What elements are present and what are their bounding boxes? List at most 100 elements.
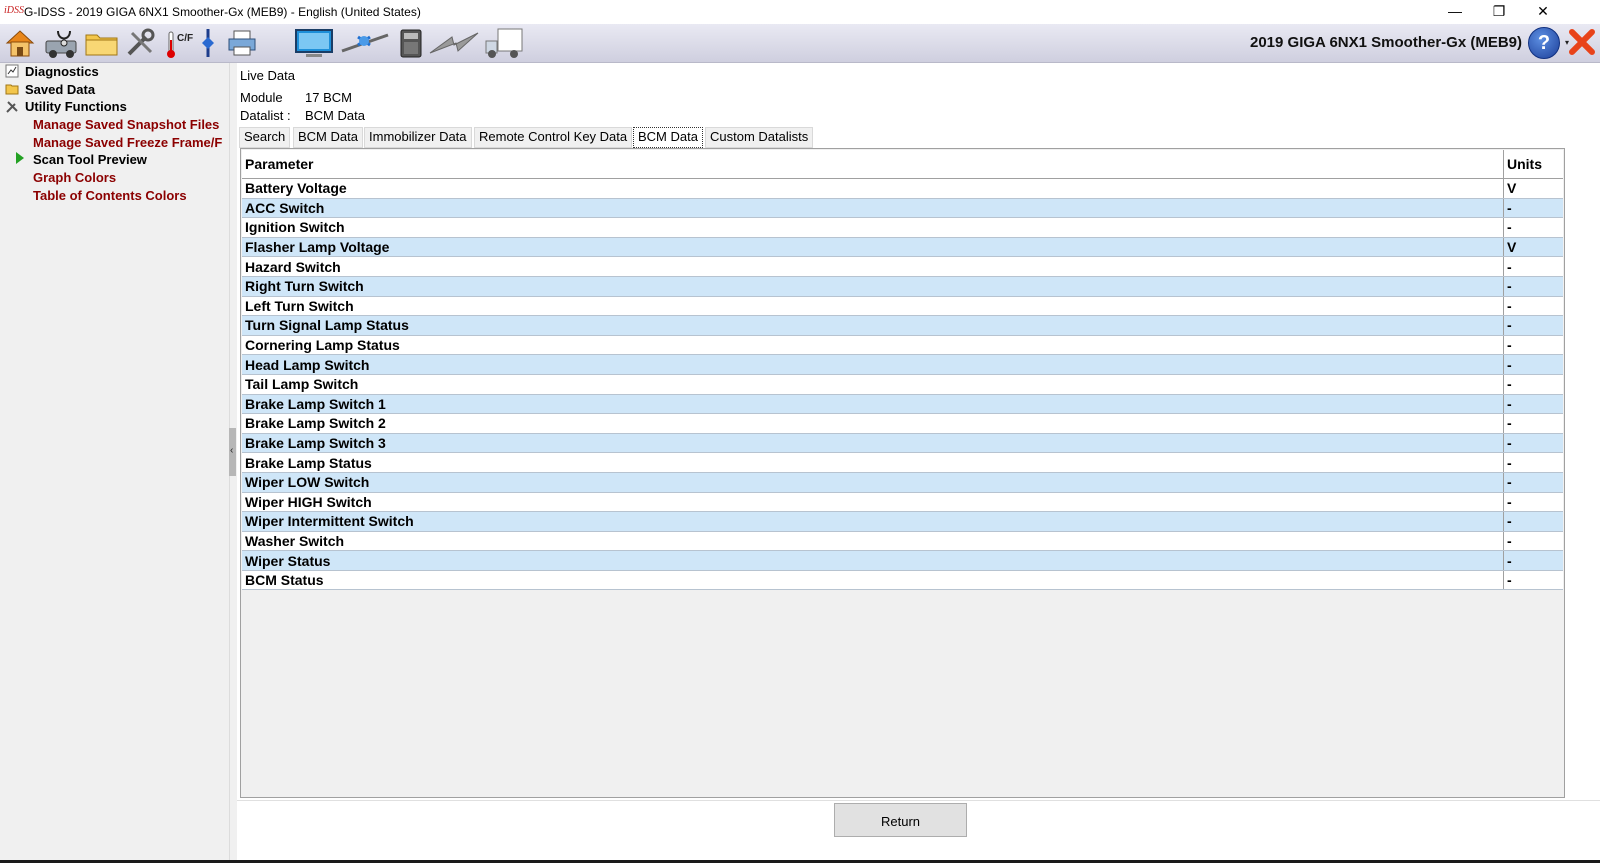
parameter-table: Parameter Units Battery Voltage V ACC Swit… xyxy=(242,150,1563,591)
table-row[interactable]: Washer Switch - xyxy=(242,531,1563,552)
network-icon[interactable] xyxy=(340,27,390,59)
parameter-cell: Flasher Lamp Voltage xyxy=(242,237,1504,258)
units-cell: - xyxy=(1503,570,1563,591)
tree-item-utility-functions[interactable]: Utility Functions xyxy=(25,99,127,114)
tree-item-manage-freeze-frame[interactable]: Manage Saved Freeze Frame/F xyxy=(33,135,222,150)
parameter-cell: Wiper HIGH Switch xyxy=(242,492,1504,513)
parameter-cell: Brake Lamp Switch 3 xyxy=(242,433,1504,454)
table-row[interactable]: Brake Lamp Switch 3- xyxy=(242,433,1563,454)
tab-bcm-data-active[interactable]: BCM Data xyxy=(633,127,703,148)
parameter-cell: Tail Lamp Switch xyxy=(242,374,1504,395)
units-cell: - xyxy=(1503,256,1563,277)
table-row[interactable]: Wiper LOW Switch - xyxy=(242,472,1563,493)
units-cell: - xyxy=(1503,433,1563,454)
tree-item-graph-colors[interactable]: Graph Colors xyxy=(33,170,116,185)
monitor-icon[interactable] xyxy=(294,27,334,59)
table-row[interactable]: Tail Lamp Switch - xyxy=(242,374,1563,395)
parameter-cell: Turn Signal Lamp Status xyxy=(242,315,1504,336)
tree-item-toc-colors[interactable]: Table of Contents Colors xyxy=(33,188,187,203)
help-button[interactable]: ? xyxy=(1528,27,1560,59)
table-row[interactable]: Turn Signal Lamp Status - xyxy=(242,315,1563,336)
device-icon[interactable] xyxy=(398,27,424,59)
table-row[interactable]: Brake Lamp Status - xyxy=(242,452,1563,473)
table-row[interactable]: Battery Voltage V xyxy=(242,178,1563,199)
live-data-panel: Live Data Module 17 BCM Datalist : BCM D… xyxy=(237,63,1600,864)
vehicle-title: 2019 GIGA 6NX1 Smoother-Gx (MEB9) xyxy=(1249,34,1522,51)
utility-tools-icon xyxy=(6,101,18,113)
truck-icon[interactable] xyxy=(484,27,524,59)
diagnostics-icon xyxy=(5,64,19,78)
tree-item-diagnostics[interactable]: Diagnostics xyxy=(25,64,99,79)
units-cell: - xyxy=(1503,550,1563,571)
table-row[interactable]: BCM Status - xyxy=(242,570,1563,591)
collapse-arrow-icon[interactable]: ‹ xyxy=(230,445,233,456)
minimize-button[interactable]: — xyxy=(1432,0,1478,24)
tree-item-scan-tool-preview[interactable]: Scan Tool Preview xyxy=(33,152,147,167)
column-header-parameter[interactable]: Parameter xyxy=(242,150,1504,179)
restore-button[interactable]: ❐ xyxy=(1476,0,1522,24)
parameter-cell: Cornering Lamp Status xyxy=(242,335,1504,356)
tree-item-saved-data[interactable]: Saved Data xyxy=(25,82,95,97)
module-label: Module xyxy=(240,90,283,105)
tab-bcm-data[interactable]: BCM Data xyxy=(293,127,363,148)
units-cell: - xyxy=(1503,198,1563,219)
main-toolbar: C/F 2019 GIGA 6NX1 Smoother-Gx (MEB9) ? … xyxy=(0,24,1600,63)
tab-search[interactable]: Search xyxy=(239,127,291,148)
table-row[interactable]: Left Turn Switch - xyxy=(242,296,1563,317)
table-row[interactable]: Ignition Switch - xyxy=(242,217,1563,238)
units-cell: - xyxy=(1503,374,1563,395)
diagnostic-vehicle-icon[interactable] xyxy=(44,27,80,59)
table-header-row: Parameter Units xyxy=(242,150,1563,179)
saved-data-folder-icon xyxy=(5,84,19,95)
table-row[interactable]: Cornering Lamp Status - xyxy=(242,335,1563,356)
parameter-cell: ACC Switch xyxy=(242,198,1504,219)
exit-app-icon[interactable] xyxy=(1568,28,1596,56)
table-row[interactable]: Brake Lamp Switch 2- xyxy=(242,413,1563,434)
title-bar: iDSS G-IDSS - 2019 GIGA 6NX1 Smoother-Gx… xyxy=(0,0,1600,24)
navigation-tree: Diagnostics Saved Data Utility Functions… xyxy=(0,63,229,863)
tab-remote-control-key-data[interactable]: Remote Control Key Data xyxy=(474,127,633,148)
parameter-cell: Wiper LOW Switch xyxy=(242,472,1504,493)
units-cell: - xyxy=(1503,354,1563,375)
tree-item-manage-snapshot[interactable]: Manage Saved Snapshot Files xyxy=(33,117,219,132)
return-button[interactable]: Return xyxy=(834,803,967,837)
units-cell: - xyxy=(1503,413,1563,434)
app-logo-icon: iDSS xyxy=(4,5,24,16)
units-cell: - xyxy=(1503,315,1563,336)
tools-icon[interactable] xyxy=(124,27,156,59)
units-cell: - xyxy=(1503,276,1563,297)
parameter-cell: Wiper Intermittent Switch xyxy=(242,511,1504,532)
table-row[interactable]: Right Turn Switch - xyxy=(242,276,1563,297)
parameter-cell: BCM Status xyxy=(242,570,1504,591)
home-icon[interactable] xyxy=(4,27,36,59)
window-title: G-IDSS - 2019 GIGA 6NX1 Smoother-Gx (MEB… xyxy=(24,5,421,19)
table-row[interactable]: Wiper Status - xyxy=(242,550,1563,571)
table-row[interactable]: ACC Switch - xyxy=(242,198,1563,219)
table-row[interactable]: Flasher Lamp Voltage V xyxy=(242,237,1563,258)
units-cell: - xyxy=(1503,335,1563,356)
play-arrow-icon xyxy=(16,152,24,164)
parameter-cell: Right Turn Switch xyxy=(242,276,1504,297)
table-row[interactable]: Wiper Intermittent Switch - xyxy=(242,511,1563,532)
units-cell: - xyxy=(1503,217,1563,238)
units-cell: - xyxy=(1503,492,1563,513)
table-row[interactable]: Head Lamp Switch - xyxy=(242,354,1563,375)
close-window-button[interactable]: ✕ xyxy=(1520,0,1566,24)
table-row[interactable]: Hazard Switch - xyxy=(242,256,1563,277)
parameter-cell: Brake Lamp Switch 2 xyxy=(242,413,1504,434)
column-header-units[interactable]: Units xyxy=(1503,150,1563,179)
flash-icon[interactable] xyxy=(198,27,218,59)
printer-icon[interactable] xyxy=(226,27,258,59)
parameter-cell: Battery Voltage xyxy=(242,178,1504,199)
folder-icon[interactable] xyxy=(84,27,120,59)
parameter-grid: Parameter Units Battery Voltage V ACC Swit… xyxy=(240,148,1565,798)
page-title: Live Data xyxy=(240,68,295,83)
table-row[interactable]: Brake Lamp Switch 1- xyxy=(242,394,1563,415)
table-row[interactable]: Wiper HIGH Switch - xyxy=(242,492,1563,513)
parameter-cell: Brake Lamp Status xyxy=(242,452,1504,473)
flash-programming-icon[interactable] xyxy=(428,27,480,59)
tab-immobilizer-data[interactable]: Immobilizer Data xyxy=(364,127,472,148)
thermometer-icon[interactable]: C/F xyxy=(164,30,194,60)
table-body: Battery Voltage V ACC Switch - Ignition Swit… xyxy=(242,178,1563,591)
tab-custom-datalists[interactable]: Custom Datalists xyxy=(705,127,814,148)
